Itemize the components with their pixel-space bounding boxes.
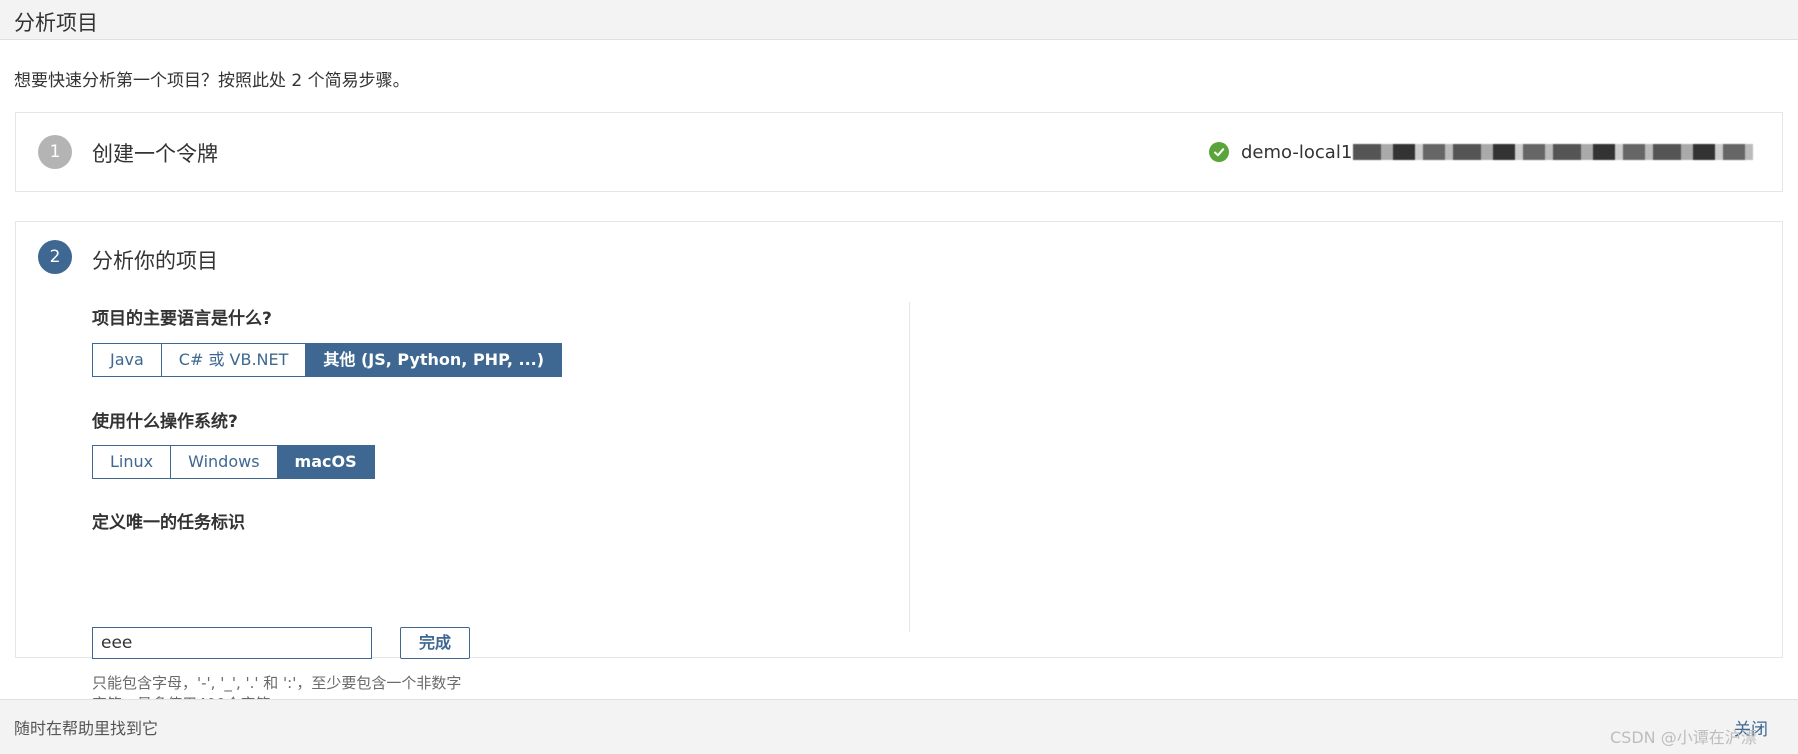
os-option-macos[interactable]: macOS — [276, 446, 374, 478]
step2-form: 项目的主要语言是什么? Java C# 或 VB.NET 其他 (JS, Pyt… — [92, 302, 912, 713]
footer-hint: 随时在帮助里找到它 — [14, 719, 159, 738]
intro-text: 想要快速分析第一个项目？按照此处 2 个简易步骤。 — [14, 71, 410, 91]
help-line-1: 只能包含字母，'-', '_', '.' 和 ':'，至少要包含一个非数字 — [92, 674, 462, 692]
modal-header: 分析项目 — [0, 0, 1798, 40]
language-option-other[interactable]: 其他 (JS, Python, PHP, ...) — [305, 344, 562, 376]
os-option-windows[interactable]: Windows — [170, 446, 277, 478]
step2-title: 分析你的项目 — [92, 249, 218, 273]
language-option-csharp[interactable]: C# 或 VB.NET — [160, 344, 306, 376]
check-circle-icon — [1209, 142, 1229, 162]
token-status: demo-local1 — [1209, 139, 1754, 165]
language-selector: Java C# 或 VB.NET 其他 (JS, Python, PHP, ..… — [92, 343, 563, 377]
step2-panel: 2 分析你的项目 项目的主要语言是什么? Java C# 或 VB.NET 其他… — [15, 221, 1783, 713]
done-button[interactable]: 完成 — [400, 627, 470, 659]
redacted-token — [1353, 144, 1754, 160]
language-option-java[interactable]: Java — [93, 344, 161, 376]
os-selector: Linux Windows macOS — [92, 445, 375, 479]
os-question: 使用什么操作系统? — [92, 412, 238, 432]
language-question: 项目的主要语言是什么? — [92, 309, 272, 329]
modal-footer: 随时在帮助里找到它 关闭 — [0, 699, 1798, 754]
step1-panel: 1 创建一个令牌 demo-local1 — [15, 112, 1783, 192]
task-key-label: 定义唯一的任务标识 — [92, 513, 245, 533]
step1-number: 1 — [38, 135, 72, 169]
column-divider — [909, 302, 910, 632]
modal-title: 分析项目 — [14, 11, 98, 35]
task-key-input[interactable] — [92, 627, 372, 659]
step1-title: 创建一个令牌 — [92, 142, 218, 166]
watermark: CSDN @小谭在沪漂 — [1610, 728, 1757, 747]
os-option-linux[interactable]: Linux — [93, 446, 171, 478]
step2-number: 2 — [38, 240, 72, 274]
token-name: demo-local1 — [1241, 141, 1353, 163]
